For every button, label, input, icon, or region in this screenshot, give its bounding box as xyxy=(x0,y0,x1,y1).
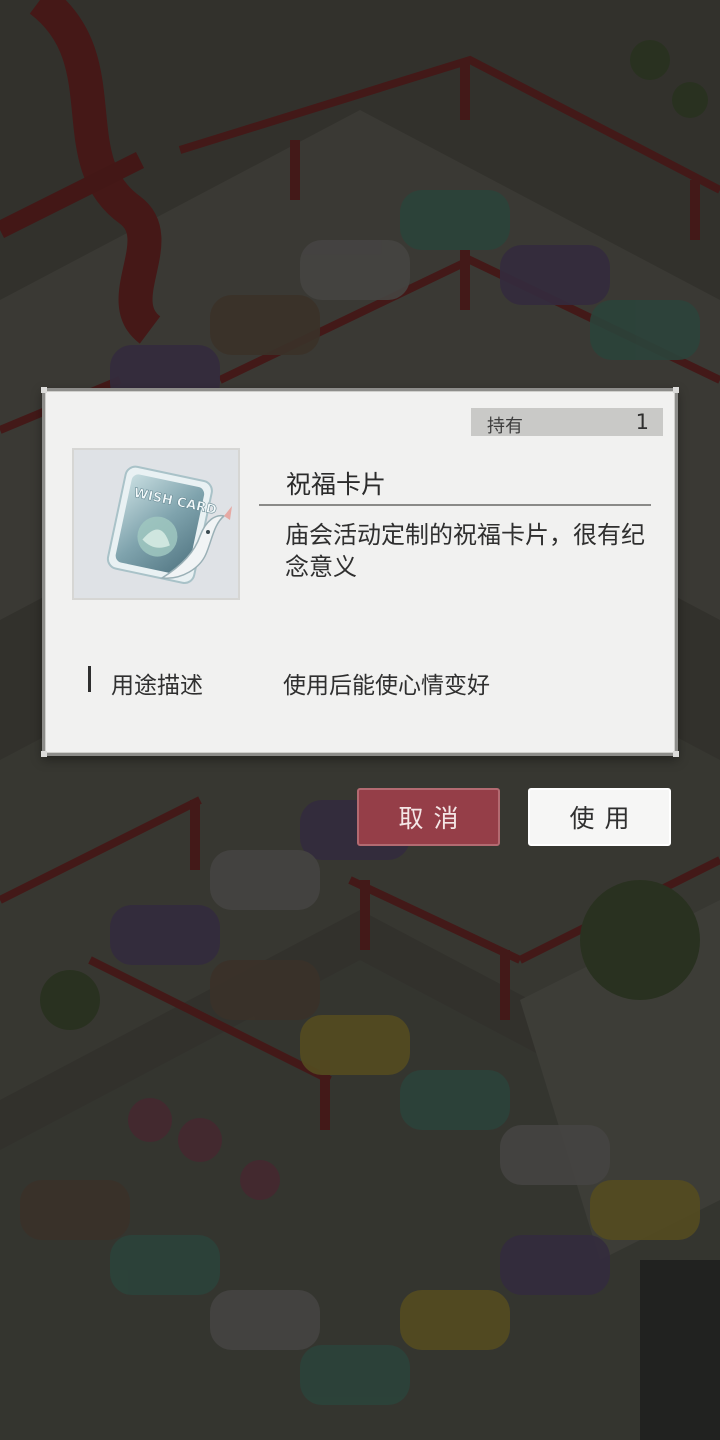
item-icon-frame: WISH CARD xyxy=(72,448,240,600)
item-info-dialog: 持有 1 WISH CARD 祝福卡片 庙会活动定制的祝福卡片，很有纪念意义 用… xyxy=(41,387,679,757)
item-name: 祝福卡片 xyxy=(286,470,387,499)
dialog-corner xyxy=(673,751,679,757)
wish-card-icon: WISH CARD xyxy=(106,465,232,584)
use-button[interactable]: 使用 xyxy=(528,788,671,846)
usage-label: 用途描述 xyxy=(111,673,203,699)
dialog-corner xyxy=(41,751,47,757)
hold-count-bar: 持有 1 xyxy=(471,408,663,437)
hold-label: 持有 xyxy=(487,416,523,437)
item-description: 庙会活动定制的祝福卡片，很有纪念意义 xyxy=(285,521,645,581)
usage-marker xyxy=(88,666,91,692)
dialog-corner xyxy=(673,387,679,393)
hold-count: 1 xyxy=(635,410,649,434)
dialog-corner xyxy=(41,387,47,393)
cancel-button[interactable]: 取消 xyxy=(357,788,500,846)
title-divider xyxy=(259,504,651,506)
usage-value: 使用后能使心情变好 xyxy=(283,673,490,699)
